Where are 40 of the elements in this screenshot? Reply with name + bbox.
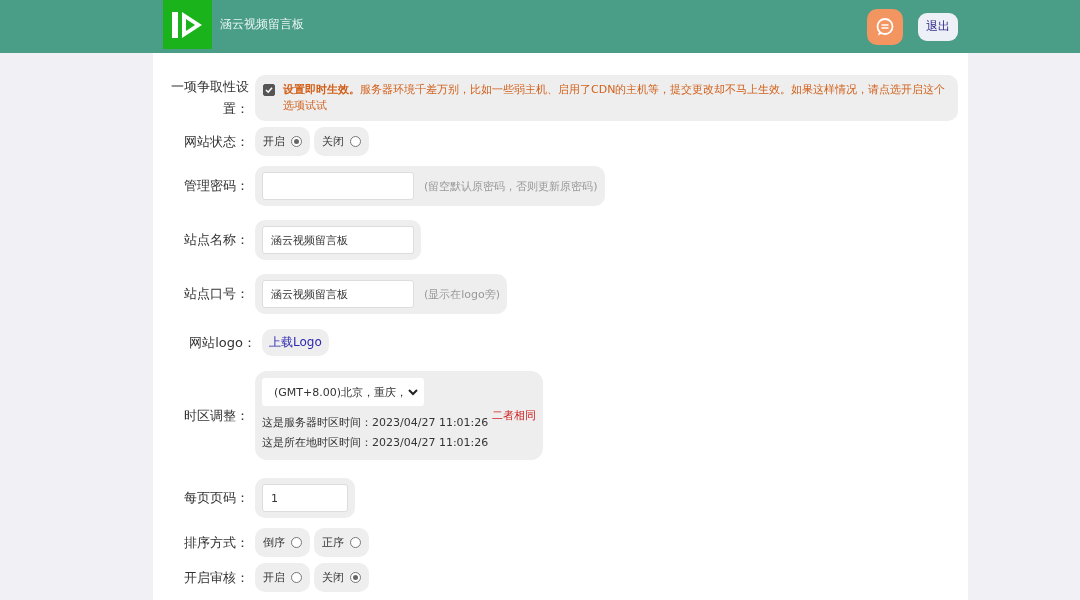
field-hint: (留空默认原密码，否则更新原密码) bbox=[424, 178, 598, 194]
option-description: 设置即时生效。服务器环境千差万别，比如一些弱主机、启用了CDN的主机等，提交更改却不马上生效。如果这样情况，请点选开启这个选项试试 bbox=[283, 82, 947, 114]
radio-button[interactable] bbox=[350, 537, 361, 548]
field-label: 管理密码： bbox=[183, 177, 249, 195]
field-label: 站点名称： bbox=[183, 231, 249, 249]
field-label: 排序方式： bbox=[183, 533, 249, 552]
radio-button[interactable] bbox=[350, 136, 361, 147]
message-icon[interactable] bbox=[867, 8, 903, 45]
radio-option[interactable]: 关闭 bbox=[314, 563, 369, 592]
field-hint: (显示在logo旁) bbox=[424, 286, 501, 302]
field-label: 网站logo： bbox=[188, 333, 256, 352]
field-label: 时区调整： bbox=[183, 406, 249, 425]
play-logo-icon bbox=[163, 0, 212, 49]
input-field[interactable] bbox=[262, 172, 414, 200]
radio-option[interactable]: 正序 bbox=[314, 528, 369, 557]
radio-button[interactable] bbox=[350, 572, 361, 583]
chevron-down-icon bbox=[408, 388, 418, 396]
radio-option[interactable]: 开启 bbox=[255, 563, 310, 592]
site-title: 涵云视频留言板 bbox=[220, 16, 304, 33]
field-label: 站点口号： bbox=[183, 285, 249, 303]
input-field[interactable]: 1 bbox=[262, 484, 348, 512]
field-label: 一项争取性设置： bbox=[170, 78, 249, 118]
field-label: 开启审核： bbox=[183, 568, 249, 587]
time-match-note: 二者相同 bbox=[492, 407, 537, 423]
input-field[interactable]: 涵云视频留言板 bbox=[262, 226, 414, 254]
radio-button[interactable] bbox=[291, 136, 302, 147]
radio-button[interactable] bbox=[291, 537, 302, 548]
field-label: 每页页码： bbox=[183, 489, 249, 507]
local-time: 这是所在地时区时间：2023/04/27 11:01:26 bbox=[262, 435, 489, 451]
timezone-select[interactable]: (GMT+8.00)北京，重庆， bbox=[262, 378, 424, 406]
radio-option[interactable]: 倒序 bbox=[255, 528, 310, 557]
checkbox[interactable] bbox=[263, 84, 275, 96]
logout-button[interactable]: 退出 bbox=[918, 12, 958, 41]
input-field[interactable]: 涵云视频留言板 bbox=[262, 280, 414, 308]
radio-option[interactable]: 开启 bbox=[255, 127, 310, 156]
radio-button[interactable] bbox=[291, 572, 302, 583]
field-label: 网站状态： bbox=[183, 132, 249, 151]
server-time: 这是服务器时区时间：2023/04/27 11:01:26 bbox=[262, 415, 489, 431]
upload-logo-link[interactable]: 上载Logo bbox=[262, 329, 329, 356]
radio-option[interactable]: 关闭 bbox=[314, 127, 369, 156]
